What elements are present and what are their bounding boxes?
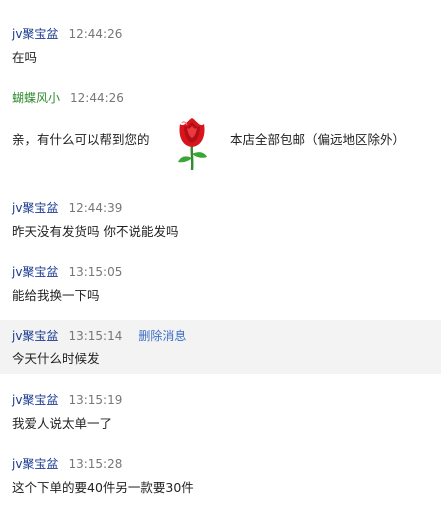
delete-message-link[interactable]: 删除消息 (138, 329, 186, 343)
message-header: jv聚宝盆 13:15:14 删除消息 (12, 326, 441, 346)
sender-name[interactable]: jv聚宝盆 (12, 201, 58, 215)
sender-name[interactable]: jv聚宝盆 (12, 329, 58, 343)
message-header: jv聚宝盆 12:44:26 (12, 24, 441, 44)
message-text: 昨天没有发货吗 你不说能发吗 (12, 224, 179, 239)
message-time: 12:44:26 (70, 91, 124, 105)
message-header: jv聚宝盆 12:44:39 (12, 198, 441, 218)
chat-message: jv聚宝盆 13:15:19 我爱人说太单一了 (0, 390, 441, 434)
message-time: 13:15:14 (68, 329, 123, 343)
sender-name[interactable]: jv聚宝盆 (12, 27, 58, 41)
message-text: 能给我换一下吗 (12, 288, 100, 303)
message-text: 本店全部包邮（偏远地区除外） (230, 132, 406, 147)
message-text: 亲，有什么可以帮到您的 (12, 132, 150, 147)
message-header: jv聚宝盆 13:15:19 (12, 390, 441, 410)
message-time: 12:44:39 (68, 201, 123, 215)
message-header: 蝴蝶风小 12:44:26 (12, 88, 441, 108)
message-body: 亲，有什么可以帮到您的 本店全部包邮（偏远地区除外） (12, 116, 441, 172)
message-header: jv聚宝盆 13:15:28 (12, 454, 441, 474)
message-time: 13:15:28 (68, 457, 123, 471)
chat-message: jv聚宝盆 13:15:28 这个下单的要40件另一款要30件 (0, 454, 441, 498)
message-time: 13:15:05 (68, 265, 123, 279)
chat-message: 蝴蝶风小 12:44:26 亲，有什么可以帮到您的 本店全部包邮（偏远地区除外） (0, 88, 441, 172)
message-time: 12:44:26 (68, 27, 123, 41)
chat-message: jv聚宝盆 13:15:14 删除消息 今天什么时候发 (0, 320, 441, 374)
message-text: 我爱人说太单一了 (12, 416, 113, 431)
message-text: 在吗 (12, 50, 38, 65)
rose-emoji-icon (178, 118, 207, 171)
message-text: 这个下单的要40件另一款要30件 (12, 480, 194, 495)
message-text: 今天什么时候发 (12, 351, 100, 366)
message-header: jv聚宝盆 13:15:05 (12, 262, 441, 282)
chat-message: jv聚宝盆 13:15:05 能给我换一下吗 (0, 262, 441, 306)
chat-message: jv聚宝盆 12:44:39 昨天没有发货吗 你不说能发吗 (0, 198, 441, 242)
chat-history: jv聚宝盆 12:44:26 在吗 蝴蝶风小 12:44:26 亲，有什么可以帮到您… (0, 0, 441, 506)
sender-name[interactable]: 蝴蝶风小 (12, 91, 60, 105)
sender-name[interactable]: jv聚宝盆 (12, 265, 58, 279)
message-time: 13:15:19 (68, 393, 123, 407)
sender-name[interactable]: jv聚宝盆 (12, 393, 58, 407)
sender-name[interactable]: jv聚宝盆 (12, 457, 58, 471)
chat-message: jv聚宝盆 12:44:26 在吗 (0, 24, 441, 68)
